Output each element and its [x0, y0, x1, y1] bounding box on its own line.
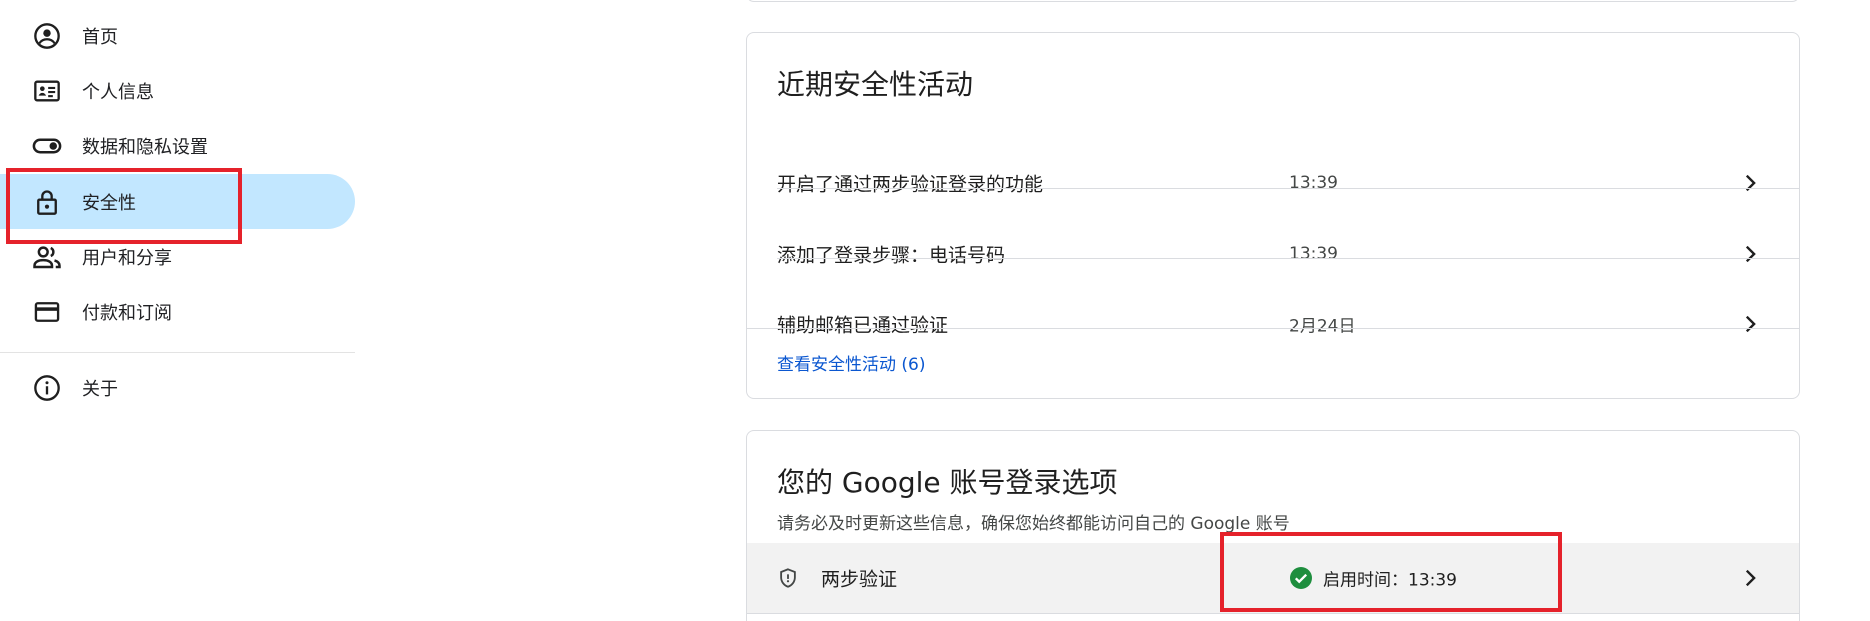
activity-label: 开启了通过两步验证登录的功能 — [777, 173, 1044, 196]
two-step-verification-row[interactable]: 两步验证 启用时间：13:39 — [747, 543, 1799, 613]
toggle-icon — [32, 131, 62, 161]
activity-time: 13:39 — [1289, 173, 1338, 193]
shield-icon — [780, 568, 796, 588]
sidebar-item-people-sharing[interactable]: 用户和分享 — [0, 229, 355, 284]
chevron-right-icon — [1745, 315, 1756, 333]
people-icon — [32, 242, 62, 272]
row-divider — [777, 188, 1799, 189]
row-divider — [777, 258, 1799, 259]
recent-security-activity-card: 近期安全性活动 开启了通过两步验证登录的功能 13:39 添加了登录步骤：电话号… — [746, 32, 1800, 399]
sidebar-item-home[interactable]: 首页 — [0, 8, 355, 63]
lock-icon — [32, 187, 62, 217]
chevron-right-icon — [1745, 245, 1756, 263]
credit-card-icon — [32, 297, 62, 327]
sidebar-item-personal-info[interactable]: 个人信息 — [0, 63, 355, 118]
previous-card-edge — [746, 0, 1800, 2]
sidebar-item-label: 关于 — [82, 378, 118, 400]
sidebar-item-about[interactable]: 关于 — [0, 360, 355, 415]
sidebar-item-label: 付款和订阅 — [82, 302, 172, 324]
two-step-verification-label: 两步验证 — [821, 568, 898, 591]
sidebar-item-payments[interactable]: 付款和订阅 — [0, 284, 355, 339]
activity-row[interactable]: 开启了通过两步验证登录的功能 13:39 — [747, 148, 1799, 218]
sidebar-nav: 首页 个人信息 数据和隐私设置 安全性 用户和分享 付款和订阅 关于 — [0, 0, 355, 621]
view-security-activity-link[interactable]: 查看安全性活动 (6) — [777, 350, 925, 375]
sidebar-item-label: 个人信息 — [82, 81, 154, 103]
row-divider — [747, 328, 1799, 329]
account-circle-icon — [32, 21, 62, 51]
two-step-verification-status: 启用时间：13:39 — [1323, 570, 1457, 591]
activity-label: 辅助邮箱已通过验证 — [777, 314, 949, 337]
row-divider — [747, 613, 1799, 614]
page: 首页 个人信息 数据和隐私设置 安全性 用户和分享 付款和订阅 关于 近期安全性… — [0, 0, 1870, 621]
activity-row[interactable]: 辅助邮箱已通过验证 2月24日 — [747, 289, 1799, 359]
sidebar-item-label: 首页 — [82, 26, 118, 48]
check-circle-icon — [1290, 567, 1312, 589]
chevron-right-icon — [1745, 569, 1756, 587]
signin-options-card: 您的 Google 账号登录选项 请务必及时更新这些信息，确保您始终都能访问自己… — [746, 430, 1800, 621]
activity-time: 2月24日 — [1289, 316, 1356, 337]
activity-time: 13:39 — [1289, 244, 1338, 264]
sidebar-divider — [0, 352, 355, 353]
card-title: 您的 Google 账号登录选项 — [777, 466, 1118, 499]
sidebar-item-label: 数据和隐私设置 — [82, 136, 208, 158]
activity-row[interactable]: 添加了登录步骤：电话号码 13:39 — [747, 219, 1799, 289]
sidebar-item-label: 安全性 — [82, 192, 136, 214]
card-title: 近期安全性活动 — [777, 68, 974, 101]
chevron-right-icon — [1745, 174, 1756, 192]
sidebar-item-data-privacy[interactable]: 数据和隐私设置 — [0, 118, 355, 173]
sidebar-item-label: 用户和分享 — [82, 247, 172, 269]
card-subtitle: 请务必及时更新这些信息，确保您始终都能访问自己的 Google 账号 — [777, 514, 1290, 534]
info-icon — [32, 373, 62, 403]
sidebar-item-security[interactable]: 安全性 — [0, 174, 355, 229]
activity-label: 添加了登录步骤：电话号码 — [777, 244, 1006, 267]
id-card-icon — [32, 76, 62, 106]
